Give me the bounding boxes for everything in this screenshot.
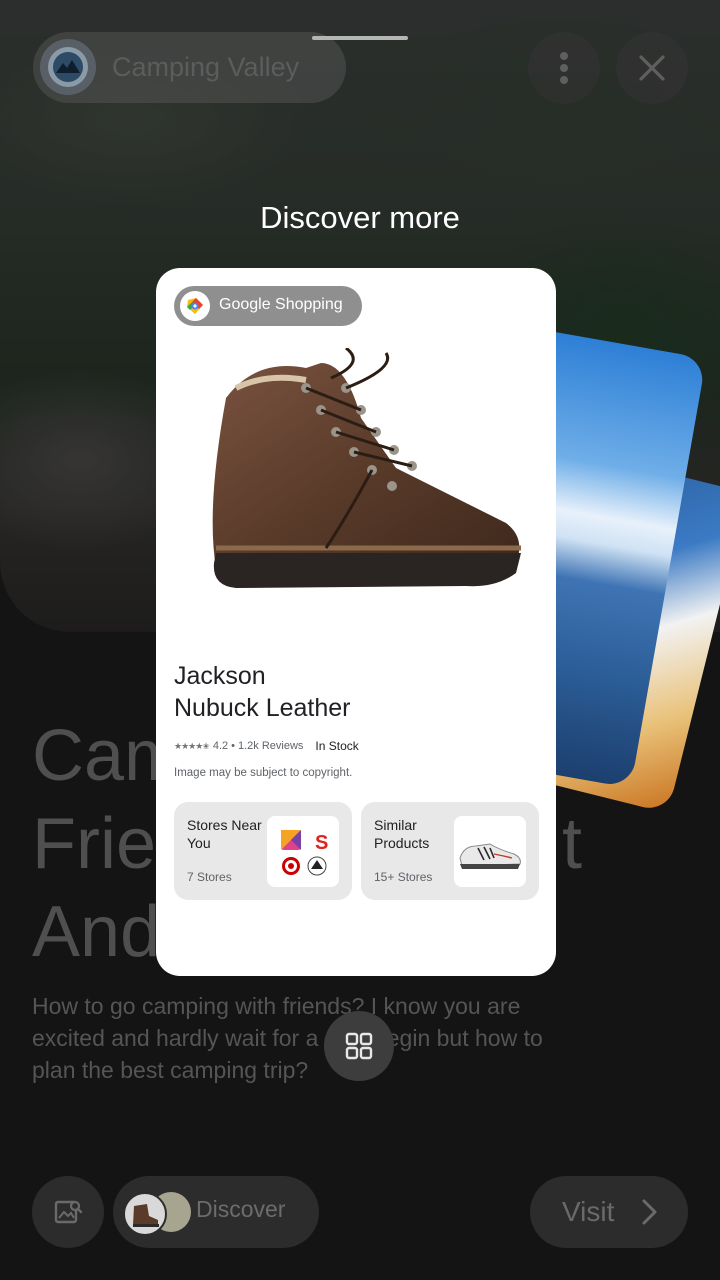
drag-handle[interactable]	[312, 36, 408, 40]
store-logos: S	[267, 816, 339, 887]
site-logo-icon	[40, 39, 96, 95]
visit-label: Visit	[562, 1196, 615, 1227]
review-count: 1.2k Reviews	[237, 740, 304, 752]
similar-product-thumbnail	[454, 816, 526, 887]
grid-view-button[interactable]	[324, 1011, 394, 1081]
grid-icon	[345, 1032, 373, 1060]
tile-subtitle: 15+ Stores	[374, 870, 433, 884]
google-shopping-label: Google Shopping	[219, 296, 343, 313]
copyright-notice: Image may be subject to copyright.	[174, 767, 353, 779]
discover-label: Discover	[196, 1196, 286, 1222]
tile-title: Stores Near You	[187, 817, 262, 851]
more-options-button[interactable]	[528, 32, 600, 104]
article-body-line: How to go camping with friends? I know y…	[32, 993, 521, 1019]
article-body-fragment: excited and hardly wait for a	[32, 1025, 319, 1051]
close-button[interactable]	[616, 32, 688, 104]
tile-title: Similar Products	[374, 817, 430, 851]
more-vert-icon	[560, 52, 568, 84]
tile-subtitle: 7 Stores	[187, 870, 232, 884]
rating-value: 4.2	[212, 740, 229, 752]
product-meta: ★★★★✬ 4.2 • 1.2k Reviews In Stock	[174, 739, 359, 753]
close-icon	[639, 55, 665, 81]
product-name-line: Jackson	[174, 662, 266, 690]
chevron-right-icon	[642, 1199, 657, 1225]
stock-status: In Stock	[315, 739, 359, 753]
rating-stars-icon: ★★★★✬	[174, 740, 210, 751]
svg-text:S: S	[315, 832, 328, 854]
similar-products-tile[interactable]: Similar Products 15+ Stores	[361, 802, 539, 900]
image-search-button[interactable]	[32, 1176, 104, 1248]
product-card[interactable]: Google Shopping Jackson Nubuck Leather ★…	[156, 268, 556, 976]
site-name: Camping Valley	[112, 52, 300, 82]
product-name[interactable]: Jackson Nubuck Leather	[174, 660, 351, 724]
product-image[interactable]	[196, 348, 536, 608]
google-shopping-icon	[180, 291, 210, 321]
meta-separator: •	[231, 740, 235, 752]
overlay-heading: Discover more	[260, 200, 460, 235]
product-name-line: Nubuck Leather	[174, 694, 351, 722]
article-title-fragment: t	[562, 804, 583, 884]
image-search-icon	[54, 1200, 83, 1224]
discover-thumb-boot	[123, 1192, 167, 1236]
stores-near-you-tile[interactable]: Stores Near You 7 Stores S	[174, 802, 352, 900]
